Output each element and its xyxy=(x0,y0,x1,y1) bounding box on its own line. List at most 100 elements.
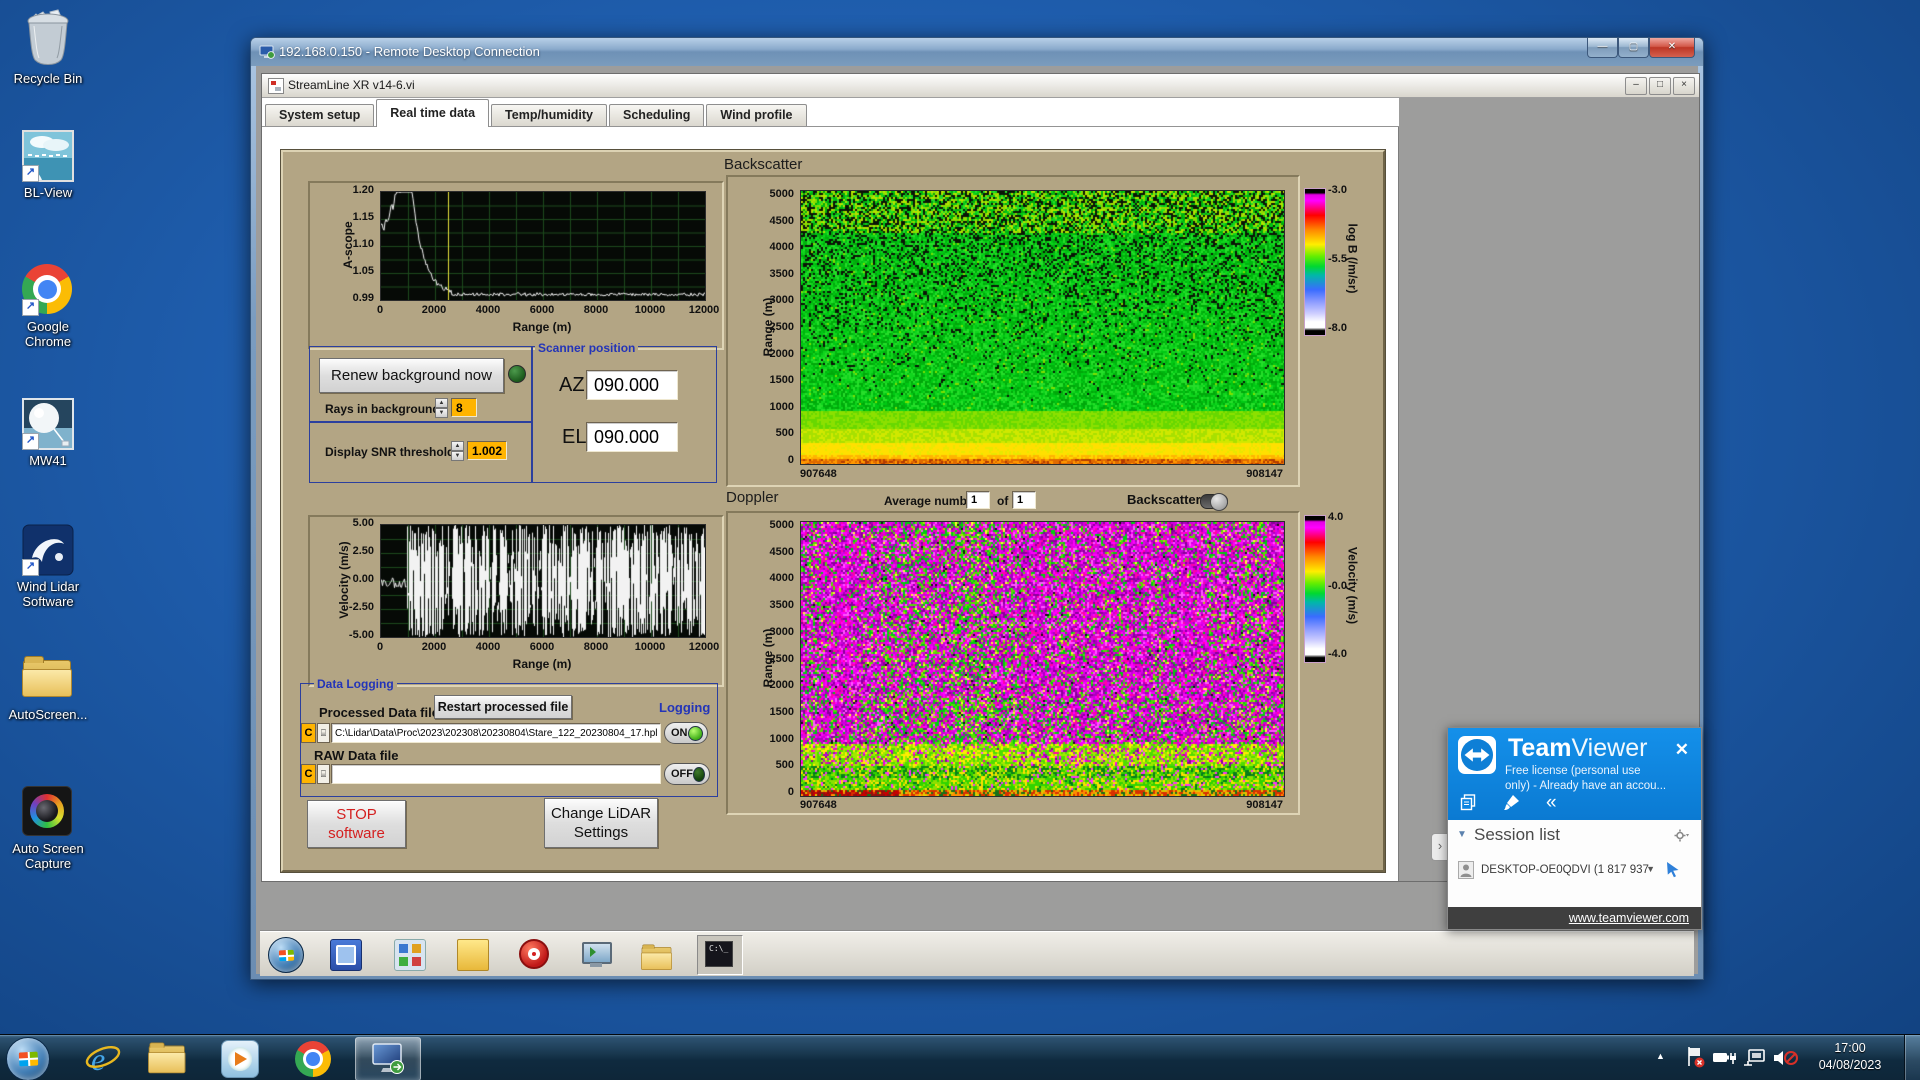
snr-value-field[interactable]: 1.002 xyxy=(467,441,507,460)
tray-expand-icon[interactable]: ▲ xyxy=(1656,1051,1665,1061)
renew-background-button[interactable]: Renew background now xyxy=(319,358,504,393)
processed-logging-switch[interactable]: ON xyxy=(664,722,708,744)
raw-drive-badge[interactable]: C xyxy=(301,764,316,784)
axis-tick: -5.5 xyxy=(1328,253,1372,265)
session-dropdown-caret-icon[interactable]: ▼ xyxy=(1646,864,1655,874)
desktop-icon-mw41[interactable]: ↗ MW41 xyxy=(2,398,94,468)
copy-icon[interactable] xyxy=(1460,794,1477,811)
taskbar-chrome-icon[interactable] xyxy=(293,1039,333,1079)
processed-drive-badge[interactable]: C xyxy=(301,723,316,743)
rdp-maximize-button[interactable]: ▢ xyxy=(1618,38,1649,58)
remote-control-cursor-icon[interactable] xyxy=(1665,861,1681,878)
teamviewer-link[interactable]: www.teamviewer.com xyxy=(1569,911,1689,925)
desktop-icon-bl-view[interactable]: ↗ BL-View xyxy=(2,130,94,200)
session-settings-gear-icon[interactable] xyxy=(1674,829,1689,842)
raw-logging-switch[interactable]: OFF xyxy=(664,763,710,785)
remote-taskbar-folder-icon[interactable] xyxy=(641,939,671,969)
desktop-icon-label: AutoScreen... xyxy=(9,707,88,722)
remote-taskbar-capture-icon[interactable] xyxy=(581,939,611,969)
processed-path-field[interactable]: C:\Lidar\Data\Proc\2023\202308\20230804\… xyxy=(331,723,661,743)
network-icon[interactable] xyxy=(1742,1049,1766,1067)
rdp-titlebar[interactable]: 192.168.0.150 - Remote Desktop Connectio… xyxy=(251,38,1703,66)
bl-view-icon: ↗ xyxy=(22,130,74,182)
snr-stepper[interactable]: ▲ ▼ xyxy=(451,441,464,460)
remote-start-button[interactable] xyxy=(268,937,304,973)
el-value-field[interactable]: 090.000 xyxy=(586,422,678,452)
axis-tick: -8.0 xyxy=(1328,322,1372,334)
axis-tick: 2000 xyxy=(410,641,458,653)
taskbar-explorer-icon[interactable] xyxy=(147,1039,187,1079)
restart-processed-file-button[interactable]: Restart processed file xyxy=(434,695,572,719)
volume-muted-icon[interactable] xyxy=(1772,1048,1798,1068)
average-total-field[interactable]: 1 xyxy=(1012,491,1036,509)
show-desktop-button[interactable] xyxy=(1904,1035,1920,1080)
desktop-icon-recycle-bin[interactable]: Recycle Bin xyxy=(2,8,94,86)
rays-stepper[interactable]: ▲ ▼ xyxy=(435,398,448,417)
remote-taskbar-record-icon[interactable] xyxy=(519,939,549,969)
average-number-field[interactable]: 1 xyxy=(966,491,990,509)
taskbar-wmp-icon[interactable] xyxy=(220,1039,260,1079)
axis-tick: 5.00 xyxy=(324,517,374,529)
snr-threshold-label: Display SNR threshold xyxy=(325,445,454,459)
axis-tick: 4500 xyxy=(746,546,794,558)
change-lidar-settings-button[interactable]: Change LiDAR Settings xyxy=(544,798,658,848)
remote-taskbar-app-window-icon[interactable] xyxy=(330,939,362,971)
desktop-icon-auto-screen-capture[interactable]: Auto Screen Capture xyxy=(2,786,94,871)
tab-temp-humidity[interactable]: Temp/humidity xyxy=(491,104,607,126)
vi-minimize-button[interactable]: – xyxy=(1625,77,1647,95)
axis-tick: 4500 xyxy=(746,215,794,227)
vi-maximize-button[interactable]: □ xyxy=(1649,77,1671,95)
taskbar-clock[interactable]: 17:00 04/08/2023 xyxy=(1804,1040,1896,1074)
collapse-left-icon[interactable]: « xyxy=(1546,796,1557,810)
axis-tick: 1000 xyxy=(746,733,794,745)
session-list-caret-icon[interactable]: ▼ xyxy=(1457,829,1467,840)
stop-software-button[interactable]: STOP software xyxy=(307,800,406,848)
action-center-flag-icon[interactable] xyxy=(1684,1045,1706,1069)
tab-scheduling[interactable]: Scheduling xyxy=(609,104,704,126)
session-row[interactable]: DESKTOP-OE0QDVI (1 817 937 ▼ xyxy=(1458,860,1693,884)
axis-tick: 6000 xyxy=(518,304,566,316)
backscatter-x-start: 907648 xyxy=(800,468,837,480)
remote-taskbar-cmd-slot[interactable]: C:\_ xyxy=(697,935,743,975)
taskbar-ie-icon[interactable]: e xyxy=(83,1039,123,1079)
axis-tick: 1.05 xyxy=(326,265,374,277)
axis-tick: 4.0 xyxy=(1328,511,1372,523)
battery-power-icon[interactable] xyxy=(1712,1049,1736,1067)
axis-tick: 5000 xyxy=(746,519,794,531)
ascope-plot xyxy=(380,191,706,301)
vi-close-button[interactable]: × xyxy=(1673,77,1695,95)
teamviewer-license-text: Free license (personal use only) - Alrea… xyxy=(1505,764,1666,794)
axis-tick: 8000 xyxy=(572,304,620,316)
desktop-icon-google-chrome[interactable]: ↗ Google Chrome xyxy=(2,264,94,349)
teamviewer-collapse-tab[interactable]: › xyxy=(1431,833,1448,861)
desktop-icon-wind-lidar[interactable]: ↗ Wind Lidar Software xyxy=(2,524,94,609)
rdp-close-button[interactable]: ✕ xyxy=(1649,38,1695,58)
rays-value-field[interactable]: 8 xyxy=(451,398,477,417)
brush-icon[interactable] xyxy=(1503,794,1520,811)
taskbar-rdp-active-slot[interactable] xyxy=(355,1037,421,1080)
start-button[interactable] xyxy=(6,1037,50,1080)
remote-taskbar-notes-icon[interactable] xyxy=(457,939,489,971)
desktop-icon-autoscreen-folder[interactable]: AutoScreen... xyxy=(2,652,94,722)
tab-system-setup[interactable]: System setup xyxy=(265,104,374,126)
axis-tick: 4000 xyxy=(746,572,794,584)
rdp-minimize-button[interactable]: — xyxy=(1587,38,1618,58)
raw-path-field[interactable] xyxy=(331,764,661,784)
teamviewer-close-icon[interactable]: ✕ xyxy=(1675,740,1689,760)
az-value-field[interactable]: 090.000 xyxy=(586,370,678,400)
vi-titlebar[interactable]: StreamLine XR v14-6.vi – □ × xyxy=(262,74,1699,98)
teamviewer-session-section: ▼ Session list DESKTOP-OE0QDVI (1 817 93… xyxy=(1448,820,1701,907)
axis-tick: 1.15 xyxy=(326,211,374,223)
remote-taskbar-grid-icon[interactable] xyxy=(394,939,426,971)
brand-light: Viewer xyxy=(1571,734,1647,762)
tab-wind-profile[interactable]: Wind profile xyxy=(706,104,806,126)
velocity-x-axis-label: Range (m) xyxy=(472,657,612,671)
backscatter-doppler-toggle[interactable] xyxy=(1200,494,1228,509)
teamviewer-footer: www.teamviewer.com xyxy=(1448,907,1701,929)
tab-real-time-data[interactable]: Real time data xyxy=(376,99,489,127)
axis-tick: 8000 xyxy=(572,641,620,653)
raw-browse-icon[interactable]: ⌸ xyxy=(317,764,330,784)
doppler-graph: Range (m) 907648 908147 5000 4500 4000 3500… xyxy=(726,511,1300,815)
rdp-window-icon xyxy=(259,44,275,60)
processed-browse-icon[interactable]: ⌸ xyxy=(317,723,330,743)
